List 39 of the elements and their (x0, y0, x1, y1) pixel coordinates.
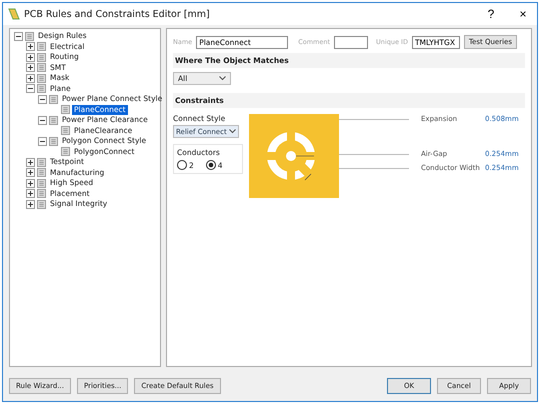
rule-icon (37, 84, 46, 94)
rule-icon (37, 74, 46, 83)
leader-line (339, 118, 409, 120)
rule-icon (25, 32, 34, 41)
expander-icon[interactable] (26, 200, 35, 209)
expander-icon[interactable] (26, 42, 35, 52)
expander-icon[interactable] (26, 168, 35, 178)
rule-icon (61, 126, 70, 136)
expander-icon[interactable] (26, 178, 35, 188)
app-icon (8, 8, 20, 20)
expander-icon[interactable] (26, 74, 35, 83)
rule-icon (49, 136, 58, 146)
expander-icon[interactable] (26, 63, 35, 72)
rule-icon (37, 200, 46, 209)
expander-icon[interactable] (38, 116, 47, 125)
expander-icon[interactable] (26, 52, 35, 62)
rule-icon (37, 63, 46, 72)
expander-icon[interactable] (26, 158, 35, 167)
close-button[interactable]: × (509, 4, 537, 24)
window-title: PCB Rules and Constraints Editor [mm] (24, 8, 211, 20)
caret-icon (229, 129, 236, 134)
rule-icon (37, 158, 46, 167)
comment-field[interactable] (334, 36, 368, 48)
expander-icon[interactable] (26, 84, 35, 94)
expander-icon[interactable] (14, 32, 23, 41)
expander-icon[interactable] (26, 189, 35, 198)
help-button[interactable]: ? (477, 4, 505, 24)
expander-icon[interactable] (38, 94, 47, 104)
rule-icon (37, 189, 46, 198)
rule-icon (37, 52, 46, 62)
rule-icon (37, 168, 46, 178)
rule-icon (37, 42, 46, 52)
expander-icon[interactable] (38, 136, 47, 146)
rule-icon (37, 178, 46, 188)
rule-icon (61, 105, 70, 114)
rule-icon (49, 94, 58, 104)
rule-icon (49, 116, 58, 125)
rule-icon (61, 147, 70, 156)
caret-icon (219, 76, 226, 81)
